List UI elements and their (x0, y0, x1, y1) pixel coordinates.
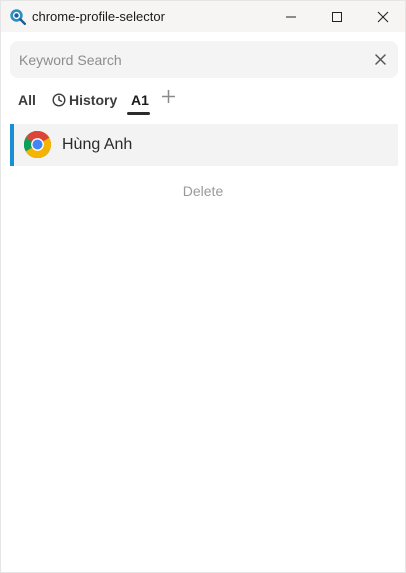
minimize-button[interactable] (268, 1, 314, 32)
clock-icon (52, 93, 66, 107)
tab-all-label: All (18, 92, 36, 108)
profile-item[interactable]: Hùng Anh (10, 124, 398, 166)
tab-bar: All History A1 (1, 85, 405, 119)
tab-a1[interactable]: A1 (131, 89, 149, 111)
close-button[interactable] (360, 1, 406, 32)
tab-all[interactable]: All (18, 89, 36, 111)
profile-name: Hùng Anh (62, 136, 133, 153)
close-icon (377, 11, 389, 22)
search-box (10, 41, 398, 78)
selected-indicator (10, 124, 14, 166)
maximize-icon (332, 11, 342, 22)
clear-search-icon[interactable] (373, 52, 388, 67)
chrome-icon (23, 130, 52, 159)
search-input[interactable] (19, 41, 359, 78)
delete-button[interactable]: Delete (1, 183, 405, 199)
minimize-icon (286, 16, 296, 17)
maximize-button[interactable] (314, 1, 360, 32)
title-bar[interactable]: chrome-profile-selector (1, 1, 405, 32)
tab-history-label: History (69, 92, 118, 108)
tab-history[interactable]: History (52, 89, 117, 111)
window-title: chrome-profile-selector (32, 9, 165, 24)
add-tab-icon[interactable] (160, 88, 177, 105)
app-window: chrome-profile-selector All (0, 0, 406, 573)
search-globe-icon (10, 9, 26, 25)
tab-a1-label: A1 (131, 92, 149, 108)
active-tab-indicator (127, 112, 150, 115)
